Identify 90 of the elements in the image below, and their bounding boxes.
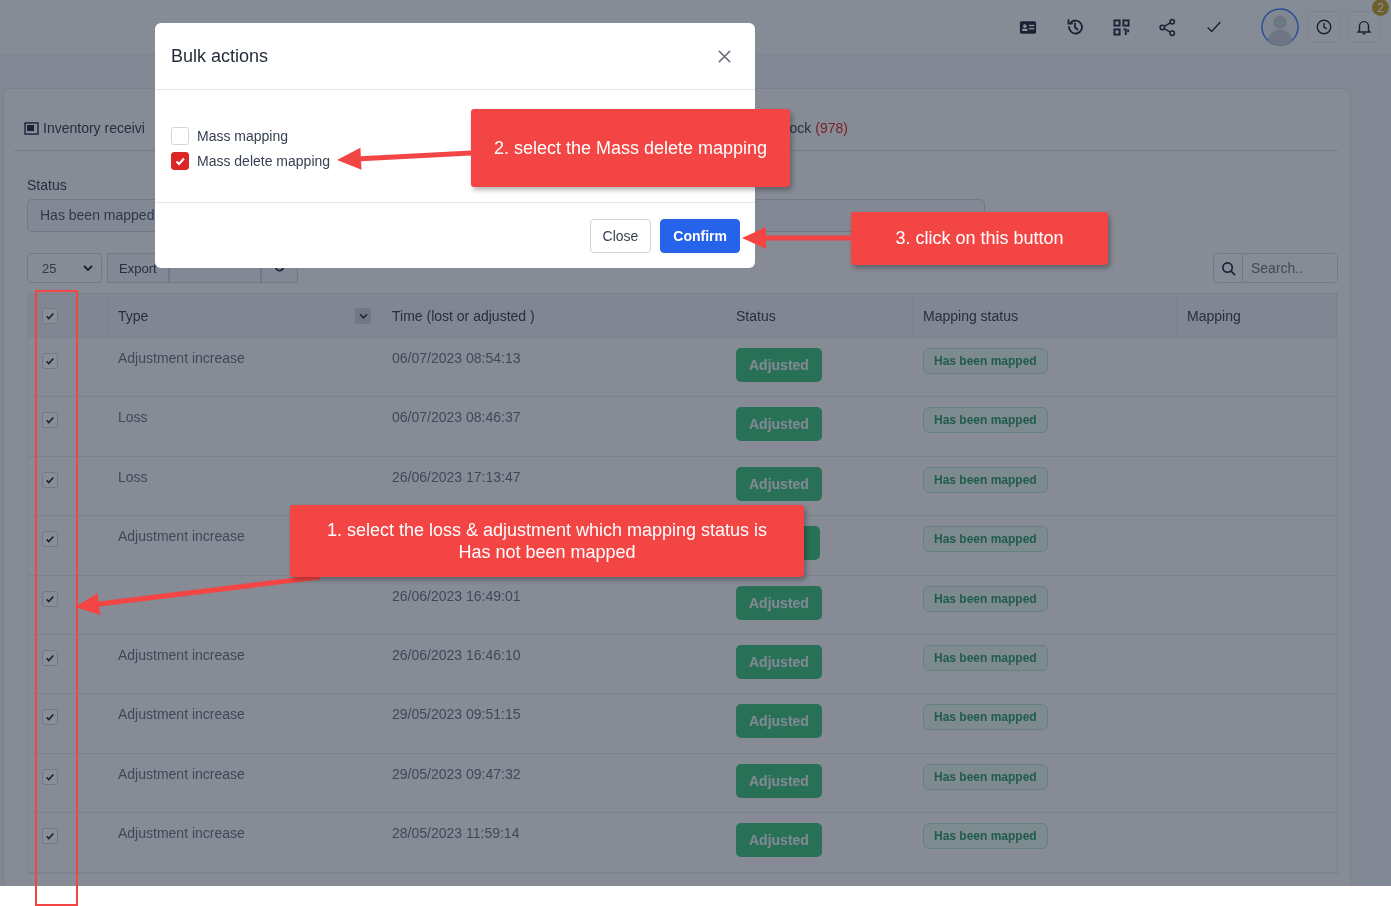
search-icon	[1220, 260, 1236, 276]
filter-label: Status	[27, 177, 68, 193]
table-cell: 29/05/2023 09:47:32	[392, 765, 521, 782]
table-cell: 06/07/2023 08:54:13	[392, 350, 521, 366]
table-cell: Adjustment increase	[118, 765, 245, 782]
notification-button[interactable]	[1347, 11, 1381, 43]
status-badge: Adjusted	[736, 407, 822, 442]
row-checkbox[interactable]	[42, 828, 58, 845]
table-cell: 29/05/2023 09:51:15	[392, 706, 521, 723]
mapping-status-tag: Has been mapped	[923, 644, 1048, 671]
checkmark-icon	[45, 534, 55, 545]
checkmark-icon	[45, 593, 55, 604]
mapping-status-tag: Has been mapped	[923, 407, 1048, 434]
clock-button[interactable]	[1307, 11, 1341, 43]
column-menu-button[interactable]	[355, 307, 371, 324]
table-cell: Adjustment increase	[118, 646, 245, 663]
notification-badge: 2	[1372, 0, 1389, 16]
option-checkbox[interactable]	[171, 151, 189, 170]
checkmark-icon	[45, 712, 55, 723]
annotation-callout: 2. select the Mass delete mapping	[471, 109, 790, 187]
history-icon[interactable]	[1065, 17, 1085, 37]
search-button[interactable]	[1213, 253, 1243, 283]
column-header: Time (lost or adjusted )	[392, 307, 535, 324]
status-badge: Adjusted	[736, 704, 822, 739]
table-cell: Loss	[118, 409, 148, 426]
checkmark-icon	[45, 652, 55, 663]
option-label: Mass delete mapping	[197, 152, 331, 169]
status-badge: Adjusted	[736, 585, 822, 620]
table-cell: Adjustment increase	[118, 350, 245, 366]
checkmark-icon	[45, 415, 55, 426]
row-checkbox[interactable]	[42, 531, 58, 548]
checkmark-icon	[45, 831, 55, 842]
status-badge: Adjusted	[736, 348, 822, 382]
row-checkbox[interactable]	[42, 768, 58, 785]
table-cell: Adjustment increase	[118, 528, 245, 545]
qr-code-icon[interactable]	[1113, 18, 1130, 36]
mapping-status-tag: Has been mapped	[923, 466, 1048, 493]
id-card-icon[interactable]	[1019, 19, 1037, 35]
close-icon[interactable]	[717, 48, 732, 64]
clock-icon	[1315, 18, 1333, 36]
share-icon[interactable]	[1158, 17, 1177, 37]
mapping-status-tag: Has been mapped	[923, 823, 1048, 850]
column-header: Status	[736, 307, 776, 324]
table-cell: 06/07/2023 08:46:37	[392, 409, 521, 426]
table-cell: 26/06/2023 16:49:01	[392, 587, 521, 604]
table-cell: Adjustment increase	[118, 825, 245, 842]
mapping-status-tag: Has been mapped	[923, 763, 1048, 790]
status-badge: Adjusted	[736, 763, 822, 798]
search-field[interactable]: Search..	[1243, 253, 1338, 283]
status-badge: Adjusted	[736, 644, 822, 679]
confirm-button[interactable]: Confirm	[660, 218, 740, 253]
tab-label: ock	[789, 120, 812, 136]
checkmark-icon	[45, 771, 55, 782]
column-header: Type	[118, 307, 149, 324]
chevron-down-icon	[358, 312, 368, 319]
table-cell: 26/06/2023 17:13:47	[392, 468, 521, 485]
checkmark-icon	[45, 474, 55, 485]
chevron-down-icon	[83, 265, 93, 271]
row-checkbox[interactable]	[42, 649, 58, 666]
checkmark-icon	[45, 310, 55, 321]
column-header: Mapping status	[923, 307, 1018, 324]
status-badge: Adjusted	[736, 823, 822, 858]
page-size-select[interactable]: 25	[27, 253, 102, 283]
mapping-status-tag: Has been mapped	[923, 348, 1048, 374]
table-cell: 26/06/2023 16:46:10	[392, 646, 521, 663]
tab[interactable]: Inventory receivi	[14, 120, 145, 136]
column-header: Mapping	[1187, 307, 1241, 324]
select-all-checkbox[interactable]	[42, 307, 58, 324]
row-checkbox[interactable]	[42, 412, 58, 429]
image-icon	[24, 121, 39, 135]
bell-icon	[1355, 18, 1373, 36]
annotation-callout: 1. select the loss & adjustment which mapping status is Has not been mapped	[290, 505, 804, 577]
checkmark-icon	[45, 356, 55, 366]
table-cell: Adjustment increase	[118, 706, 245, 723]
mapping-status-tag: Has been mapped	[923, 526, 1048, 553]
tab-label: Inventory receivi	[43, 120, 145, 136]
row-checkbox[interactable]	[42, 709, 58, 726]
mapping-status-tag: Has been mapped	[923, 704, 1048, 731]
close-button[interactable]: Close	[589, 218, 652, 253]
row-checkbox[interactable]	[42, 590, 58, 607]
row-checkbox[interactable]	[42, 471, 58, 488]
table-cell: Loss	[118, 468, 148, 485]
option-label: Mass mapping	[197, 127, 289, 144]
table-cell: 28/05/2023 11:59:14	[392, 825, 520, 842]
status-badge: Adjusted	[736, 466, 822, 501]
dialog-title: Bulk actions	[171, 45, 269, 67]
tab-count: (978)	[815, 120, 848, 136]
mapping-status-tag: Has been mapped	[923, 585, 1048, 612]
annotation-callout: 3. click on this button	[851, 212, 1108, 265]
row-checkbox[interactable]	[42, 353, 58, 369]
